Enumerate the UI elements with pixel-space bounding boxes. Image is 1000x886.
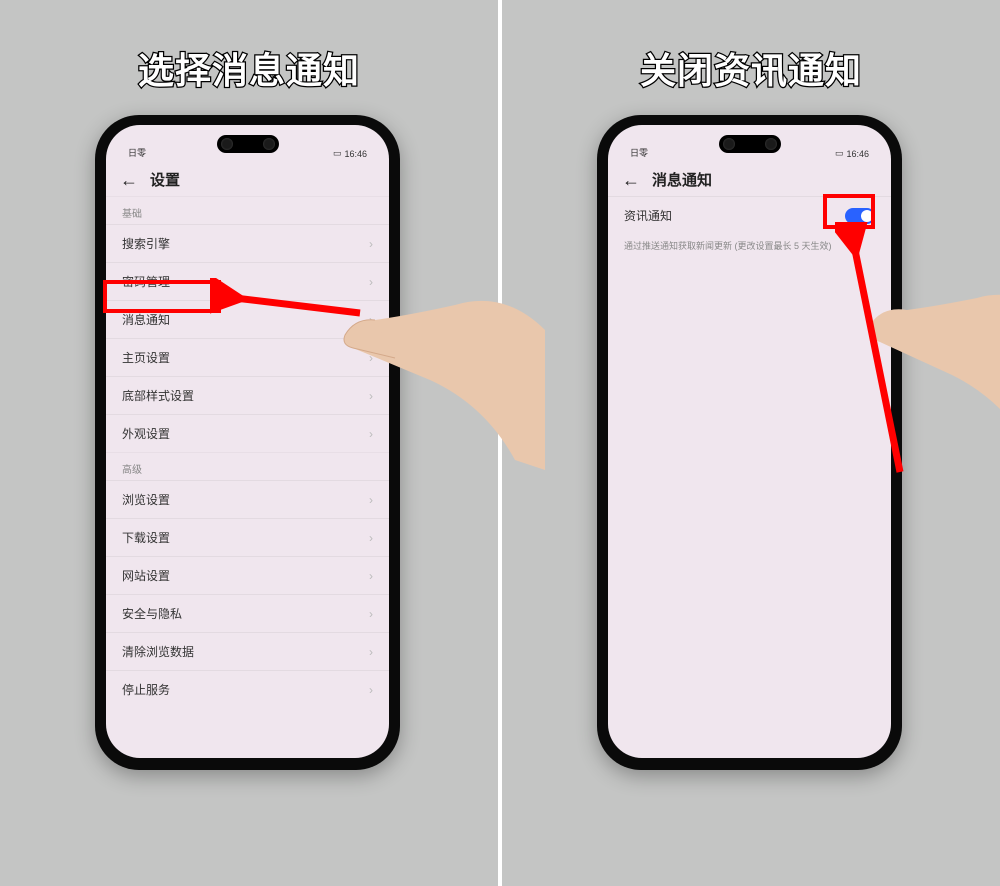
notification-screen: 日零 ▭ 16:46 ← 消息通知 资讯通知 通过推送通知获取新闻更新 (更改设… <box>608 125 891 758</box>
tutorial-left-panel: 选择消息通知 日零 ▭ 16:46 ← 设置 基础 搜索引擎 › 密码管理 › 消息… <box>0 0 498 886</box>
row-label: 密码管理 <box>122 273 170 290</box>
status-time: 16:46 <box>344 149 367 159</box>
row-clear-data[interactable]: 清除浏览数据 › <box>106 632 389 670</box>
section-header-basic: 基础 <box>106 196 389 224</box>
tutorial-right-panel: 关闭资讯通知 日零 ▭ 16:46 ← 消息通知 资讯通知 通过推送通知 <box>502 0 1000 886</box>
screen-title: 设置 <box>150 169 180 190</box>
caption-right: 关闭资讯通知 <box>502 42 1000 94</box>
chevron-right-icon: › <box>369 427 373 441</box>
row-label: 清除浏览数据 <box>122 643 194 660</box>
toggle-description: 通过推送通知获取新闻更新 (更改设置最长 5 天生效) <box>608 234 891 253</box>
row-label: 资讯通知 <box>624 207 845 224</box>
row-label: 搜索引擎 <box>122 235 170 252</box>
row-password-mgmt[interactable]: 密码管理 › <box>106 262 389 300</box>
chevron-right-icon: › <box>369 275 373 289</box>
phone-device-right: 日零 ▭ 16:46 ← 消息通知 资讯通知 通过推送通知获取新闻更新 (更改设… <box>597 115 902 770</box>
back-arrow-icon[interactable]: ← <box>622 171 640 189</box>
chevron-right-icon: › <box>369 607 373 621</box>
chevron-right-icon: › <box>369 683 373 697</box>
row-label: 底部样式设置 <box>122 387 194 404</box>
status-left-icons: 日零 <box>630 146 648 159</box>
screen-header: ← 设置 <box>106 161 389 196</box>
row-search-engine[interactable]: 搜索引擎 › <box>106 224 389 262</box>
row-stop-service[interactable]: 停止服务 › <box>106 670 389 708</box>
row-bottom-style[interactable]: 底部样式设置 › <box>106 376 389 414</box>
chevron-right-icon: › <box>369 389 373 403</box>
row-label: 安全与隐私 <box>122 605 182 622</box>
row-security-privacy[interactable]: 安全与隐私 › <box>106 594 389 632</box>
chevron-right-icon: › <box>369 237 373 251</box>
chevron-right-icon: › <box>369 351 373 365</box>
chevron-right-icon: › <box>369 313 373 327</box>
battery-icon: ▭ <box>333 148 342 159</box>
screen-header: ← 消息通知 <box>608 161 891 196</box>
chevron-right-icon: › <box>369 645 373 659</box>
row-website-settings[interactable]: 网站设置 › <box>106 556 389 594</box>
row-label: 外观设置 <box>122 425 170 442</box>
status-signal: 日零 <box>630 146 648 159</box>
row-download-settings[interactable]: 下载设置 › <box>106 518 389 556</box>
section-header-advanced: 高级 <box>106 452 389 480</box>
camera-cutout <box>719 135 781 153</box>
row-message-notification[interactable]: 消息通知 › <box>106 300 389 338</box>
status-right-icons: ▭ 16:46 <box>835 148 869 159</box>
caption-left: 选择消息通知 <box>0 42 498 94</box>
screen-title: 消息通知 <box>652 169 712 190</box>
row-label: 浏览设置 <box>122 491 170 508</box>
status-right-icons: ▭ 16:46 <box>333 148 367 159</box>
row-label: 主页设置 <box>122 349 170 366</box>
phone-device-left: 日零 ▭ 16:46 ← 设置 基础 搜索引擎 › 密码管理 › 消息通知 › 主页设… <box>95 115 400 770</box>
row-label: 消息通知 <box>122 311 170 328</box>
row-homepage-settings[interactable]: 主页设置 › <box>106 338 389 376</box>
row-news-notification-toggle[interactable]: 资讯通知 <box>608 196 891 234</box>
status-time: 16:46 <box>846 149 869 159</box>
row-label: 网站设置 <box>122 567 170 584</box>
toggle-switch-on[interactable] <box>845 208 875 224</box>
row-appearance[interactable]: 外观设置 › <box>106 414 389 452</box>
chevron-right-icon: › <box>369 493 373 507</box>
camera-cutout <box>217 135 279 153</box>
settings-screen: 日零 ▭ 16:46 ← 设置 基础 搜索引擎 › 密码管理 › 消息通知 › 主页设… <box>106 125 389 758</box>
back-arrow-icon[interactable]: ← <box>120 171 138 189</box>
row-label: 停止服务 <box>122 681 170 698</box>
battery-icon: ▭ <box>835 148 844 159</box>
row-label: 下载设置 <box>122 529 170 546</box>
chevron-right-icon: › <box>369 569 373 583</box>
row-browse-settings[interactable]: 浏览设置 › <box>106 480 389 518</box>
status-left-icons: 日零 <box>128 146 146 159</box>
chevron-right-icon: › <box>369 531 373 545</box>
status-signal: 日零 <box>128 146 146 159</box>
